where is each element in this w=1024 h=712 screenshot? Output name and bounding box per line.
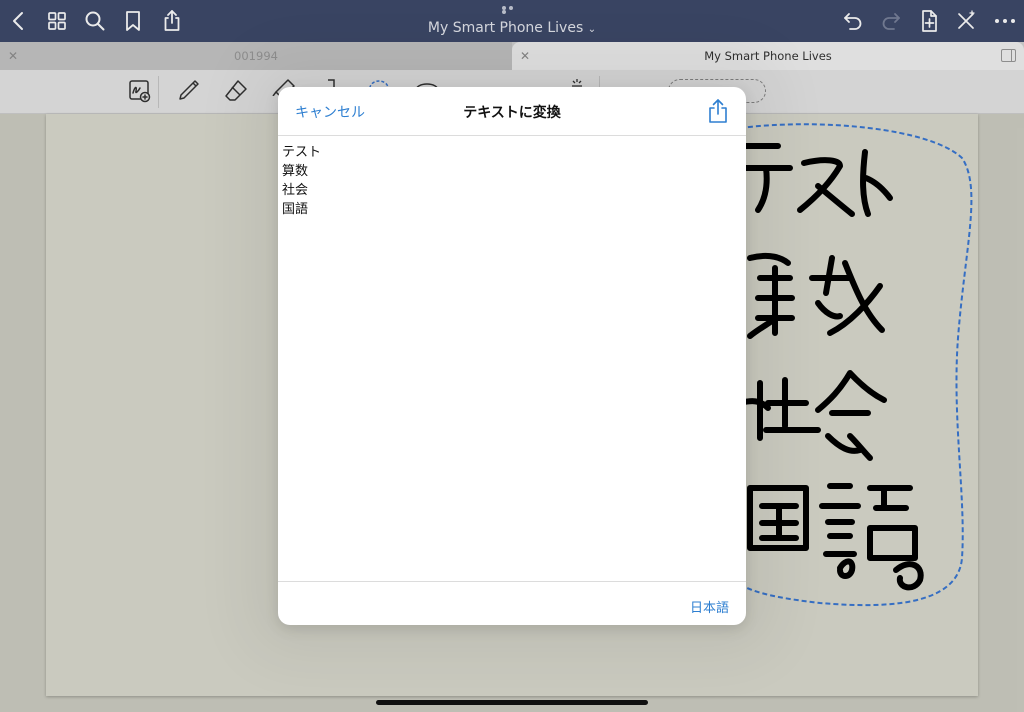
converted-text-field[interactable]: テスト 算数 社会 国語 xyxy=(282,143,738,573)
language-selector[interactable]: 日本語 xyxy=(690,597,729,616)
dialog-title: テキストに変換 xyxy=(463,105,561,121)
home-indicator[interactable] xyxy=(376,700,648,705)
dialog-header: キャンセル テキストに変換 xyxy=(278,87,746,136)
dialog-footer: 日本語 xyxy=(278,581,746,625)
share-icon[interactable] xyxy=(707,98,729,124)
convert-to-text-dialog: キャンセル テキストに変換 テスト 算数 社会 国語 日本語 xyxy=(278,87,746,625)
